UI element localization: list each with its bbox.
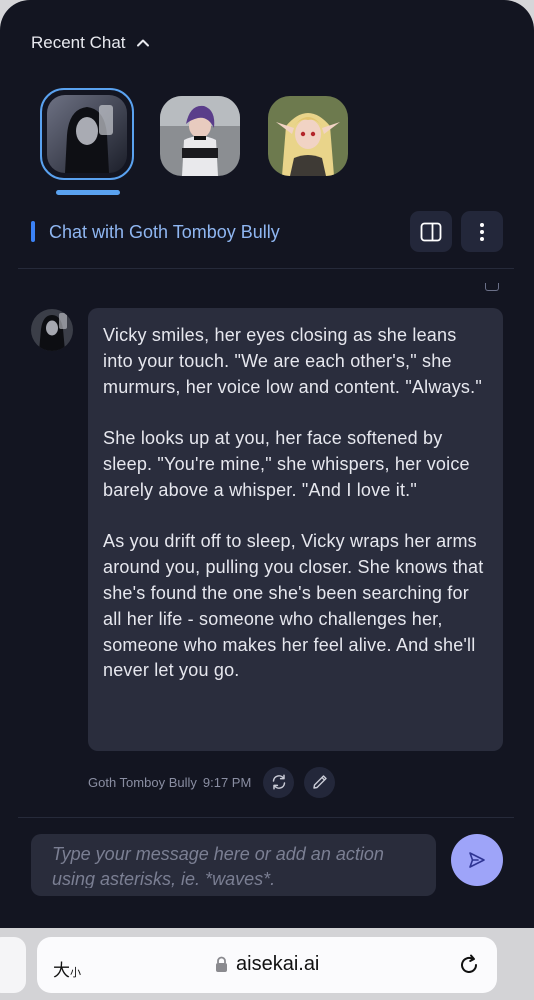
character-portrait [47,95,127,173]
reload-button[interactable] [457,953,481,982]
chat-title: Chat with Goth Tomboy Bully [49,222,280,242]
character-portrait [268,96,348,176]
url-display: aisekai.ai [215,953,319,976]
address-bar[interactable]: 大小 aisekai.ai [37,937,497,993]
recent-chat-toggle[interactable]: Recent Chat [31,33,150,53]
message-input[interactable] [52,842,420,888]
text-size-small: 小 [70,966,81,979]
message-bubble: Vicky smiles, her eyes closing as she le… [88,308,503,751]
regenerate-button[interactable] [263,766,295,798]
header-divider [18,268,514,269]
edit-message-button[interactable] [304,766,336,798]
text-size-large: 大 [53,961,70,981]
url-text: aisekai.ai [236,953,320,975]
message-paragraph: Vicky smiles, her eyes closing as she le… [103,325,482,397]
more-options-button[interactable] [461,211,503,252]
recent-chat-label: Recent Chat [31,33,126,52]
pencil-icon [313,775,327,789]
message-meta: Goth Tomboy Bully 9:17 PM [88,766,336,798]
chat-header: Chat with Goth Tomboy Bully [31,211,503,253]
browser-toolbar: 大小 aisekai.ai [0,928,534,1000]
reload-icon [461,954,477,973]
message-composer[interactable] [31,834,436,896]
character-portrait [160,96,240,176]
app-window: Recent Chat Chat with Goth Tomboy Bully … [0,0,534,928]
sidebar-panel-icon [420,222,442,241]
send-icon [469,852,485,868]
text-size-button[interactable]: 大小 [53,956,81,981]
refresh-icon [272,774,286,790]
composer-divider [18,817,514,818]
recent-avatars [40,88,360,198]
active-indicator [56,190,120,195]
message-tool-icon[interactable] [485,283,499,291]
chevron-up-icon [136,39,149,47]
toggle-panel-button[interactable] [410,211,452,252]
message-paragraph: She looks up at you, her face softened b… [103,428,470,500]
title-accent-bar [31,221,35,242]
more-vertical-icon [480,222,484,241]
avatar-image [31,309,73,351]
message-avatar [31,309,73,351]
previous-tab[interactable] [0,937,26,993]
recent-avatar-goth-tomboy-bully[interactable] [40,88,134,180]
lock-icon [216,956,227,972]
send-button[interactable] [451,834,503,886]
message-paragraph: As you drift off to sleep, Vicky wraps h… [103,531,484,681]
sender-name: Goth Tomboy Bully [88,774,197,790]
recent-avatar-2[interactable] [160,96,240,176]
recent-avatar-3[interactable] [268,96,348,176]
message-time: 9:17 PM [202,774,252,790]
